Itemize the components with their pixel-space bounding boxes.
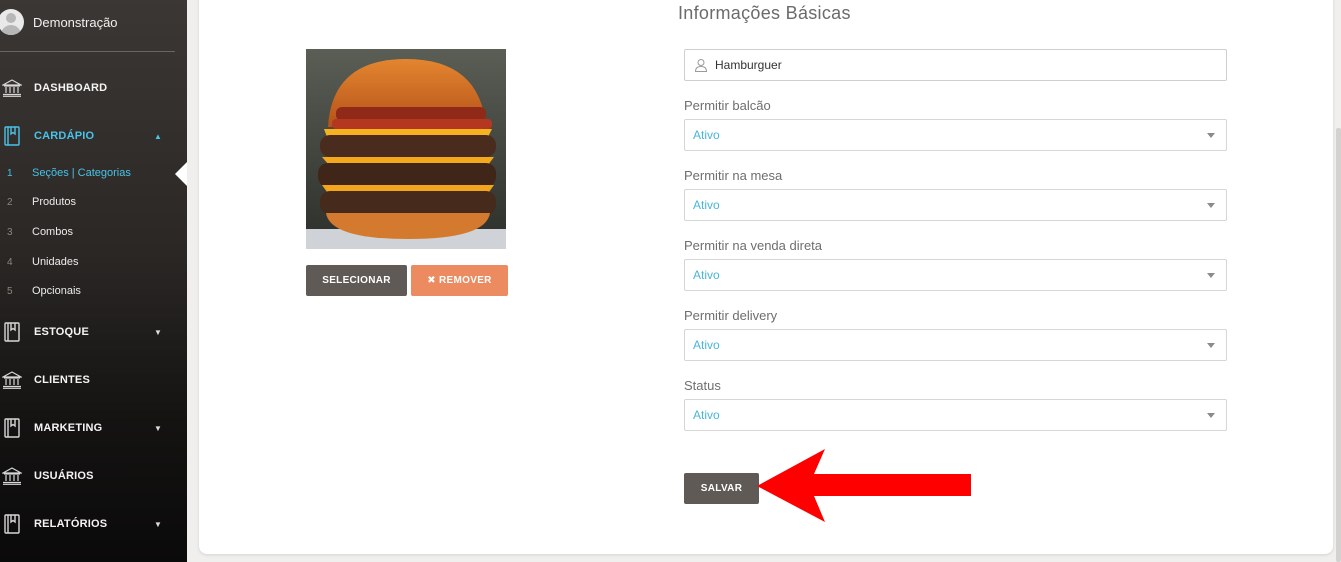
sidebar-item-marketing[interactable]: MARKETING ▼ [0,416,187,440]
select-status[interactable]: Ativo [684,399,1227,431]
sidebar-divider [0,51,175,52]
product-image [306,49,506,249]
select-value: Ativo [693,408,720,422]
field-label-delivery: Permitir delivery [684,308,778,323]
submenu-number: 5 [7,285,13,297]
field-label-status: Status [684,378,721,393]
sidebar-item-clientes[interactable]: CLIENTES [0,368,187,392]
chevron-down-icon: ▼ [154,327,162,337]
submenu-item-secoes[interactable]: 1 Seções | Categorias [0,163,187,183]
sidebar-item-relatorios[interactable]: RELATÓRIOS ▼ [0,512,187,536]
submenu-label: Opcionais [32,285,81,297]
chevron-down-icon: ▼ [154,519,162,529]
bank-icon [1,78,23,98]
section-title: Informações Básicas [678,3,851,23]
scrollbar[interactable] [1336,128,1341,562]
dropdown-arrow-icon [1207,273,1215,278]
sidebar-item-label: CLIENTES [34,374,90,386]
avatar [0,9,24,35]
user-icon [694,58,708,72]
submenu-item-combos[interactable]: 3 Combos [0,222,187,242]
book-icon [1,514,23,534]
field-label-mesa: Permitir na mesa [684,168,783,183]
submenu-label: Produtos [32,196,77,208]
field-label-balcao: Permitir balcão [684,98,771,113]
sidebar: Demonstração DASHBOARD CARDÁPIO ▲ 1 Seçõ… [0,0,187,562]
sidebar-item-estoque[interactable]: ESTOQUE ▼ [0,320,187,344]
submenu-label: Seções | Categorias [32,167,131,179]
sidebar-item-dashboard[interactable]: DASHBOARD [0,76,187,100]
submenu-label: Combos [32,226,73,238]
dropdown-arrow-icon [1207,343,1215,348]
sidebar-item-label: RELATÓRIOS [34,518,108,530]
submenu-item-opcionais[interactable]: 5 Opcionais [0,281,187,301]
submenu-number: 4 [7,256,13,268]
select-mesa[interactable]: Ativo [684,189,1227,221]
select-value: Ativo [693,128,720,142]
sidebar-item-label: CARDÁPIO [34,130,95,142]
book-icon [1,126,23,146]
submenu-item-produtos[interactable]: 2 Produtos [0,192,187,212]
active-indicator [175,162,187,186]
dropdown-arrow-icon [1207,203,1215,208]
select-balcao[interactable]: Ativo [684,119,1227,151]
submenu-number: 2 [7,196,13,208]
name-input[interactable]: Hamburguer [684,49,1227,81]
select-value: Ativo [693,268,720,282]
book-icon [1,322,23,342]
chevron-down-icon: ▼ [154,423,162,433]
sidebar-item-label: USUÁRIOS [34,470,94,482]
sidebar-item-usuarios[interactable]: USUÁRIOS [0,464,187,488]
user-name: Demonstração [33,14,118,30]
user-profile[interactable]: Demonstração [0,7,187,37]
select-venda-direta[interactable]: Ativo [684,259,1227,291]
red-arrow-annotation [757,449,971,522]
bank-icon [1,466,23,486]
submenu-number: 1 [7,167,13,179]
save-button[interactable]: SALVAR [684,473,759,504]
field-label-venda-direta: Permitir na venda direta [684,238,823,253]
select-value: Ativo [693,198,720,212]
submenu-number: 3 [7,226,13,238]
name-input-value: Hamburguer [715,58,782,72]
select-delivery[interactable]: Ativo [684,329,1227,361]
bank-icon [1,370,23,390]
sidebar-item-label: MARKETING [34,422,103,434]
book-icon [1,418,23,438]
chevron-up-icon: ▲ [154,131,162,141]
select-value: Ativo [693,338,720,352]
dropdown-arrow-icon [1207,133,1215,138]
sidebar-item-label: ESTOQUE [34,326,89,338]
sidebar-item-label: DASHBOARD [34,82,108,94]
remove-image-button[interactable]: ✖ REMOVER [411,265,508,296]
dropdown-arrow-icon [1207,413,1215,418]
select-image-button[interactable]: SELECIONAR [306,265,407,296]
submenu-item-unidades[interactable]: 4 Unidades [0,252,187,272]
sidebar-item-cardapio[interactable]: CARDÁPIO ▲ [0,124,187,148]
submenu-label: Unidades [32,256,79,268]
